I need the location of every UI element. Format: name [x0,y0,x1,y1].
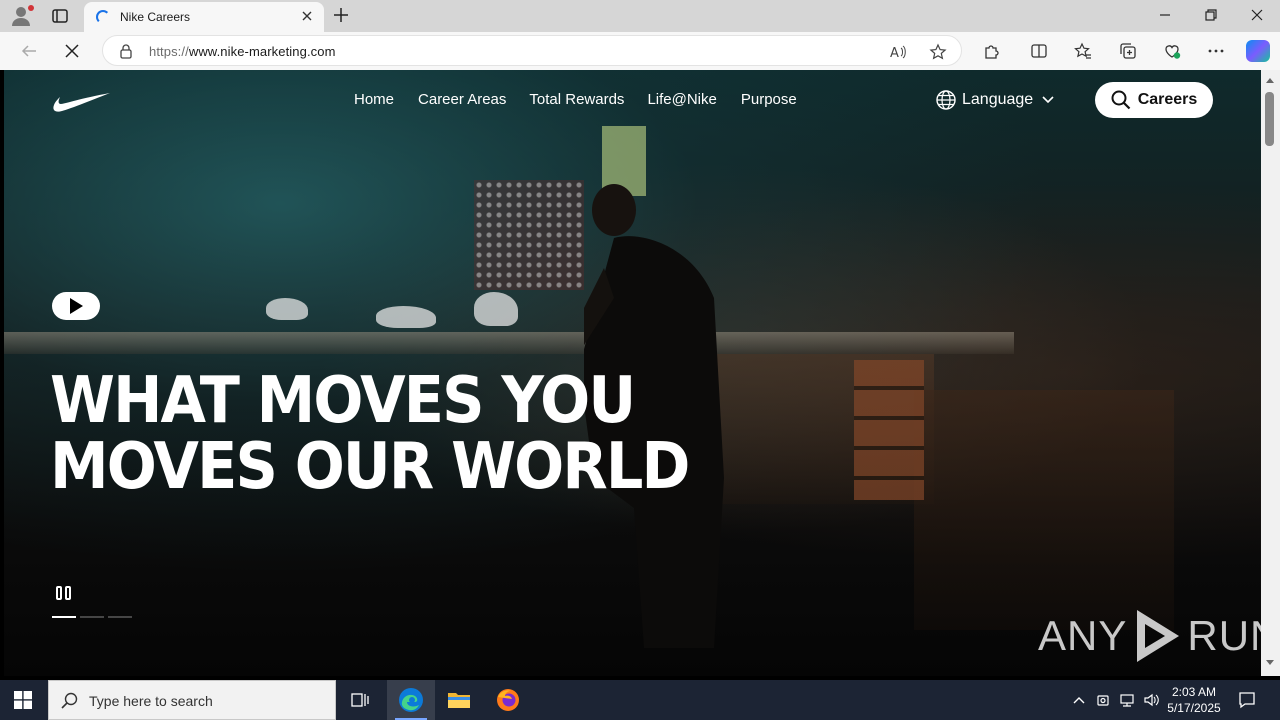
edge-icon [399,688,423,712]
lock-icon[interactable] [119,43,133,59]
network-icon[interactable] [1119,692,1135,708]
search-icon [61,692,78,709]
background-drawers [854,360,924,500]
task-view-icon [351,693,369,707]
favorite-star-icon[interactable] [929,43,947,61]
file-explorer-icon [448,693,470,708]
chevron-up-icon[interactable] [1071,692,1087,708]
minimize-icon[interactable] [1158,8,1172,22]
taskbar-search-box[interactable]: Type here to search [48,680,336,720]
background-shoe [474,292,518,326]
system-clock[interactable]: 2:03 AM 5/17/2025 [1162,684,1226,716]
taskbar-file-explorer-app[interactable] [435,680,483,720]
scroll-up-arrow[interactable] [1266,78,1274,83]
close-window-icon[interactable] [1250,8,1264,22]
carousel-indicator-2[interactable] [80,616,104,618]
watermark-right: RUN [1187,612,1261,659]
profile-notification-dot [28,5,34,11]
language-label: Language [962,91,1034,108]
plus-icon[interactable] [332,6,350,24]
clock-date: 5/17/2025 [1167,701,1221,715]
background-pegboard [474,180,584,290]
carousel-indicator-3[interactable] [108,616,132,618]
carousel-indicator-1[interactable] [52,616,76,618]
scroll-down-arrow[interactable] [1266,660,1274,665]
windows-taskbar: Type here to search 2:03 AM 5/17/2025 [0,680,1280,720]
nav-link-career-areas[interactable]: Career Areas [418,90,506,110]
scrollbar-thumb[interactable] [1265,92,1274,146]
anyrun-watermark: ANY RUN [1038,606,1261,666]
hero-headline-line-1: WHAT MOVES YOU [50,364,636,438]
active-tab[interactable]: Nike Careers [84,2,324,32]
browser-essentials-icon[interactable] [1163,42,1181,60]
nike-swoosh-logo[interactable] [52,90,112,114]
device-icon[interactable] [1095,692,1111,708]
background-shoe [376,306,436,328]
clock-time: 2:03 AM [1171,685,1217,699]
search-icon [1111,90,1130,110]
background-cabinet [914,390,1174,630]
tab-title: Nike Careers [120,10,191,24]
hero-headline: WHAT MOVES YOU MOVES OUR WORLD [50,364,690,504]
read-aloud-icon[interactable]: A [889,43,907,61]
windows-start-icon[interactable] [14,691,32,709]
restore-icon[interactable] [1204,8,1218,22]
browser-toolbar: https://www.nike-marketing.com A [0,32,1280,70]
stop-loading-icon[interactable] [63,42,81,60]
play-video-button[interactable] [52,292,100,320]
address-bar[interactable]: https://www.nike-marketing.com A [102,35,962,66]
collections-icon[interactable] [1119,42,1137,60]
url-host: www.nike-marketing.com [188,44,336,59]
careers-button-label: Careers [1137,91,1198,108]
site-navigation: Home Career Areas Total Rewards Life@Nik… [354,90,797,110]
loading-spinner-icon [96,10,110,24]
hero-headline-line-2: MOVES OUR WORLD [50,430,690,504]
nav-link-purpose[interactable]: Purpose [741,90,797,110]
page-scrollbar[interactable] [1261,70,1280,676]
copilot-icon[interactable] [1246,40,1270,62]
nav-link-home[interactable]: Home [354,90,394,110]
hero-section: Home Career Areas Total Rewards Life@Nik… [4,70,1261,676]
url-text[interactable]: https://www.nike-marketing.com [149,44,336,59]
more-menu-icon[interactable] [1207,42,1225,60]
volume-icon[interactable] [1143,692,1159,708]
language-selector[interactable]: Language [936,90,1055,110]
pause-bar [65,586,71,600]
watermark-play-logo [1137,610,1180,662]
taskbar-search-placeholder: Type here to search [89,693,213,709]
close-icon[interactable] [300,9,314,23]
extensions-icon[interactable] [982,42,1000,60]
firefox-icon [497,689,519,711]
pause-button[interactable] [56,584,74,602]
nav-link-total-rewards[interactable]: Total Rewards [529,90,624,110]
browser-tab-bar: Nike Careers [0,0,1280,32]
tab-actions-icon[interactable] [50,6,70,26]
svg-text:A: A [890,46,899,61]
taskbar-firefox-app[interactable] [484,680,532,720]
back-arrow-icon[interactable] [20,42,38,60]
chevron-down-icon [1042,96,1054,104]
background-workbench [4,332,1014,354]
watermark-left: ANY [1038,612,1128,659]
url-scheme: https:// [149,44,189,59]
globe-icon [936,90,956,110]
split-screen-icon[interactable] [1030,42,1048,60]
pause-bar [56,586,62,600]
play-icon [70,298,83,314]
taskbar-edge-app[interactable] [387,680,435,720]
task-view-button[interactable] [336,680,384,720]
nav-link-life-at-nike[interactable]: Life@Nike [647,90,716,110]
careers-search-button[interactable]: Careers [1095,82,1213,118]
notification-icon[interactable] [1238,691,1256,709]
background-shoe [266,298,308,320]
favorites-icon[interactable] [1074,42,1092,60]
